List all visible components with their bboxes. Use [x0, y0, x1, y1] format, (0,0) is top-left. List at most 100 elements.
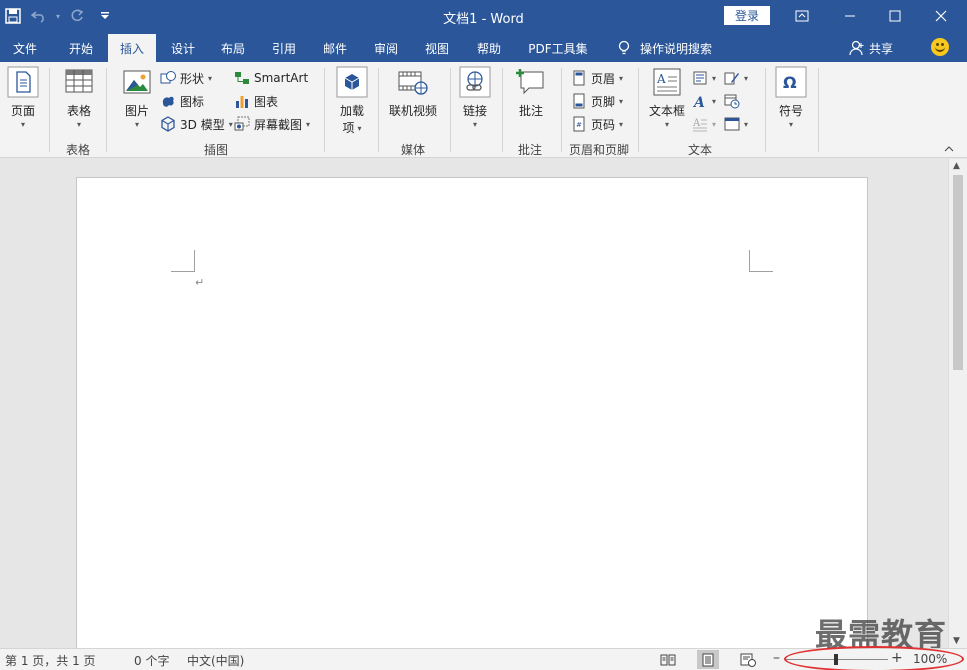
tab-references[interactable]: 引用 [261, 34, 307, 62]
maximize-icon [889, 10, 901, 22]
scroll-down-arrow-icon[interactable]: ▼ [953, 636, 960, 646]
picture-button[interactable]: 图片 ▾ [120, 66, 154, 129]
textbox-button[interactable]: A 文本框 ▾ [646, 66, 688, 129]
collapse-ribbon-button[interactable] [944, 144, 954, 155]
object-button[interactable]: ▾ [724, 114, 748, 134]
date-time-button[interactable] [724, 91, 740, 111]
object-dropdown-arrow: ▾ [744, 119, 749, 129]
redo-button[interactable] [64, 0, 90, 32]
tell-me-search[interactable]: 操作说明搜索 [610, 34, 720, 62]
group-separator [765, 68, 766, 152]
tab-mailings[interactable]: 邮件 [312, 34, 358, 62]
save-icon [5, 8, 21, 24]
ribbon-display-options-button[interactable] [779, 0, 825, 32]
shapes-button[interactable]: 形状 ▾ [160, 68, 212, 88]
page-count[interactable]: 第 1 页，共 1 页 [5, 652, 96, 669]
read-mode-button[interactable] [657, 650, 679, 669]
page-number-dropdown-arrow: ▾ [619, 119, 624, 129]
zoom-in-button[interactable]: + [891, 650, 903, 666]
online-video-button[interactable]: 联机视频 [385, 66, 441, 119]
page-number-button[interactable]: # 页码 ▾ [571, 114, 623, 134]
pages-button[interactable]: 页面 ▾ [6, 66, 40, 129]
tab-layout[interactable]: 布局 [210, 34, 256, 62]
header-icon [573, 70, 585, 86]
quick-parts-button[interactable]: ▾ [692, 68, 716, 88]
insert-ribbon: 页面 ▾ 表格 ▾ 表格 图片 ▾ 形状 ▾ 图标 3D 模型 ▾ SmartA… [0, 62, 967, 158]
screenshot-dropdown-arrow: ▾ [306, 119, 311, 129]
smartart-button[interactable]: SmartArt [234, 68, 308, 88]
tab-home[interactable]: 开始 [56, 34, 106, 62]
minimize-button[interactable] [827, 0, 873, 32]
undo-dropdown[interactable]: ▾ [52, 0, 64, 32]
undo-button[interactable] [26, 0, 52, 32]
group-separator [49, 68, 50, 152]
addins-button[interactable]: 加载 项 ▾ [334, 66, 370, 136]
screenshot-button[interactable]: 屏幕截图 ▾ [234, 114, 310, 134]
tab-pdf-tools[interactable]: PDF工具集 [520, 34, 596, 62]
shapes-dropdown-arrow: ▾ [208, 73, 213, 83]
header-button[interactable]: 页眉 ▾ [571, 68, 623, 88]
table-button[interactable]: 表格 ▾ [62, 66, 96, 129]
wordart-button[interactable]: A ▾ [692, 91, 716, 111]
document-page[interactable]: ↵ [76, 177, 868, 648]
tab-help[interactable]: 帮助 [466, 34, 512, 62]
svg-text:#: # [576, 121, 582, 129]
3d-models-label: 3D 模型 [180, 117, 225, 132]
tab-insert[interactable]: 插入 [108, 34, 156, 62]
illustrations-group-label: 插图 [203, 143, 228, 157]
share-button[interactable]: 共享 [849, 34, 893, 62]
read-mode-icon [660, 654, 676, 665]
scroll-up-arrow-icon[interactable]: ▲ [953, 161, 960, 171]
date-time-icon [724, 94, 740, 109]
maximize-button[interactable] [872, 0, 918, 32]
close-button[interactable] [918, 0, 964, 32]
group-separator [561, 68, 562, 152]
addins-label-line2: 项 ▾ [342, 119, 361, 136]
word-count[interactable]: 0 个字 [134, 652, 169, 669]
drop-cap-button[interactable]: A ▾ [692, 114, 716, 134]
comment-label: 批注 [518, 104, 543, 118]
table-icon [65, 69, 93, 93]
customize-qat-button[interactable] [90, 0, 120, 32]
object-icon [724, 117, 740, 131]
smartart-label: SmartArt [254, 71, 309, 85]
redo-icon [71, 9, 84, 22]
language-indicator[interactable]: 中文(中国) [187, 652, 244, 669]
print-layout-icon [702, 653, 714, 666]
tab-review[interactable]: 审阅 [363, 34, 409, 62]
icons-button[interactable]: 图标 [160, 91, 204, 111]
zoom-level[interactable]: 100% [913, 652, 947, 666]
scroll-thumb[interactable] [953, 175, 963, 370]
vertical-scrollbar[interactable]: ▲ ▼ [948, 159, 967, 648]
print-layout-button[interactable] [697, 650, 719, 669]
signature-line-button[interactable]: ▾ [724, 68, 748, 88]
close-icon [935, 10, 947, 22]
tab-view[interactable]: 视图 [414, 34, 460, 62]
tab-file[interactable]: 文件 [0, 34, 50, 62]
ribbon-tab-bar: 文件 开始 插入 设计 布局 引用 邮件 审阅 视图 帮助 PDF工具集 操作说… [0, 32, 967, 62]
link-icon [459, 66, 491, 98]
chevron-up-icon [944, 146, 954, 152]
3d-models-button[interactable]: 3D 模型 ▾ [160, 114, 233, 134]
footer-label: 页脚 [591, 94, 616, 109]
picture-icon [123, 70, 151, 94]
comment-button[interactable]: 批注 [513, 66, 549, 119]
paragraph-mark-icon: ↵ [195, 276, 205, 289]
lightbulb-icon [618, 40, 630, 55]
shapes-label: 形状 [180, 71, 205, 86]
undo-icon [31, 11, 44, 23]
links-button[interactable]: 链接 ▾ [458, 66, 492, 129]
zoom-slider-thumb[interactable] [834, 654, 838, 665]
chart-icon [236, 96, 248, 108]
zoom-out-button[interactable]: – [773, 650, 780, 666]
feedback-smiley-icon[interactable] [931, 38, 949, 56]
login-button[interactable]: 登录 [724, 6, 770, 25]
quick-parts-icon [693, 71, 707, 85]
save-button[interactable] [0, 0, 26, 32]
symbol-button[interactable]: Ω 符号 ▾ [774, 66, 808, 129]
document-area: ↵ [0, 159, 948, 648]
footer-button[interactable]: 页脚 ▾ [571, 91, 623, 111]
chart-button[interactable]: 图表 [234, 91, 278, 111]
web-layout-button[interactable] [737, 650, 759, 669]
tab-design[interactable]: 设计 [160, 34, 206, 62]
